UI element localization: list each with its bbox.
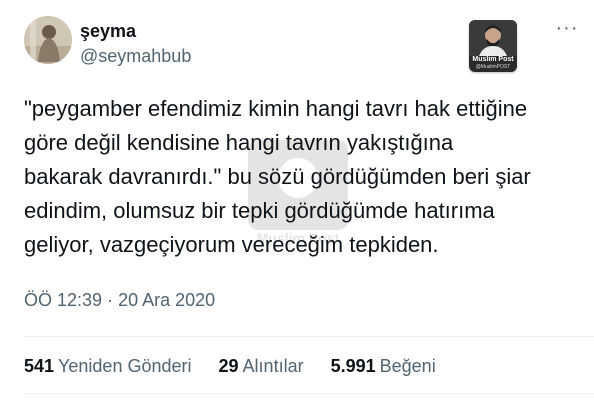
timestamp-separator: · [107, 290, 114, 310]
likes-label: Beğeni [379, 356, 436, 376]
quotes-label: Alıntılar [242, 356, 304, 376]
avatar[interactable] [24, 16, 72, 64]
display-name[interactable]: şeyma [80, 20, 191, 42]
muslim-post-badge: Muslim Post @MuslimPOST [469, 20, 517, 72]
likes-stat[interactable]: 5.991 Beğeni [331, 355, 436, 377]
author-info: şeyma @seymahbub [80, 20, 191, 68]
tweet-text: "peygamber efendimiz kimin hangi tavrı h… [24, 96, 531, 257]
likes-count: 5.991 [330, 356, 376, 376]
quotes-stat[interactable]: 29 Alıntılar [219, 355, 304, 377]
retweets-count: 541 [24, 356, 55, 376]
retweets-stat[interactable]: 541 Yeniden Gönderi [24, 355, 192, 377]
tweet-timestamp[interactable]: ÖÖ 12:39 · 20 Ara 2020 [24, 289, 215, 311]
badge-portrait-icon [469, 20, 517, 56]
divider [24, 336, 594, 337]
badge-title: Muslim Post [472, 56, 514, 63]
divider [24, 393, 594, 394]
user-handle[interactable]: @seymahbub [80, 44, 191, 68]
more-dots-icon: ··· [555, 17, 579, 39]
avatar-image [24, 16, 72, 64]
retweets-label: Yeniden Gönderi [58, 356, 192, 376]
quotes-count: 29 [218, 356, 239, 376]
engagement-stats: 541 Yeniden Gönderi 29 Alıntılar 5.991 Beğe… [24, 355, 458, 377]
more-options-button[interactable]: ··· [555, 18, 579, 40]
tweet-card: şeyma @seymahbub Muslim Post @MuslimPOST… [0, 0, 594, 402]
tweet-time: ÖÖ 12:39 [24, 290, 103, 310]
tweet-date: 20 Ara 2020 [118, 290, 216, 310]
badge-subtitle: @MuslimPOST [475, 64, 511, 70]
